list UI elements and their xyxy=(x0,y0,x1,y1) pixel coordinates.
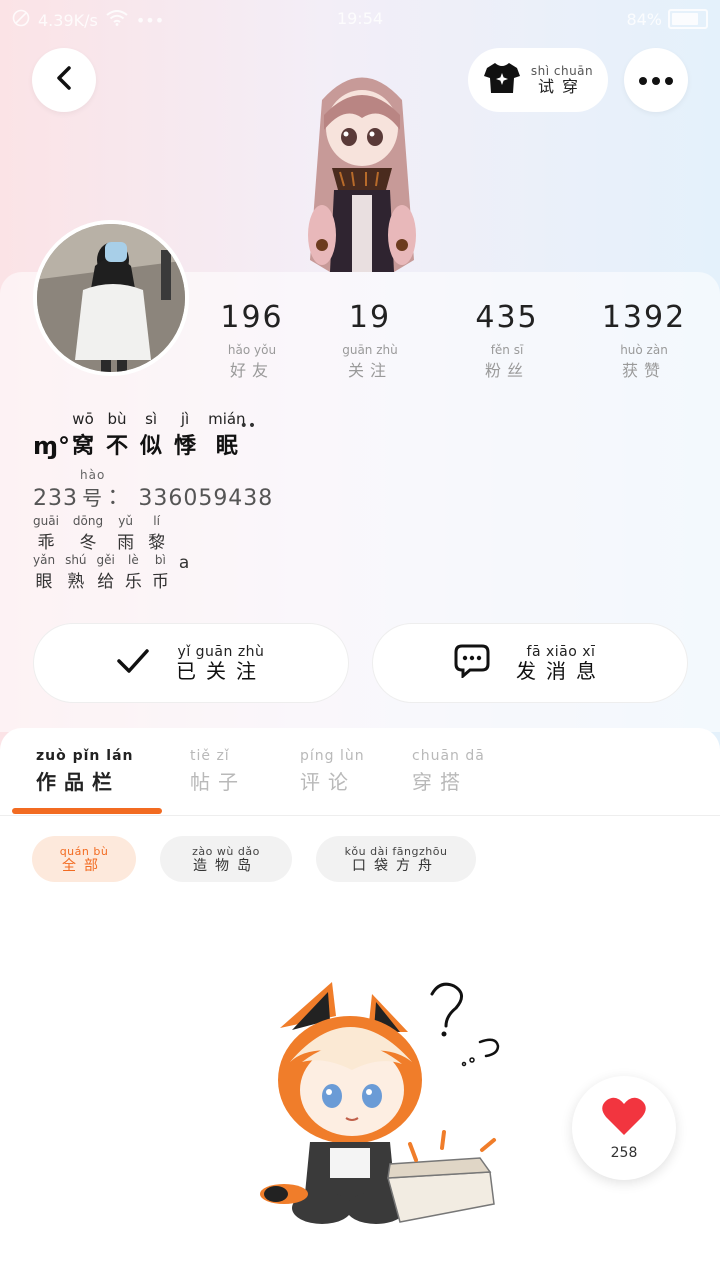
stat-label: 获赞 xyxy=(621,361,666,380)
nickname-char: wō 窝 xyxy=(72,410,95,459)
stat-value: 196 xyxy=(220,300,284,335)
nickname-char: jì 悸 xyxy=(174,410,197,459)
stat-pinyin: huò zàn xyxy=(620,343,668,357)
back-button[interactable] xyxy=(32,48,96,112)
stat-value: 435 xyxy=(475,300,539,335)
user-id[interactable]: 233 hào 号 ： 336059438 xyxy=(33,468,273,511)
stat-value: 1392 xyxy=(601,300,687,335)
like-count: 258 xyxy=(610,1145,638,1161)
more-options-button[interactable] xyxy=(624,48,688,112)
try-on-label: shì chuān 试穿 xyxy=(530,64,594,96)
shirt-sparkle-icon xyxy=(483,61,521,99)
followed-label: yǐ guān zhù 已关注 xyxy=(176,644,266,683)
stat-label: 好友 xyxy=(229,361,274,380)
stat-value: 19 xyxy=(348,300,392,335)
bio-line-1: guāi 乖 dōng 冬 yǔ 雨 lí 黎 xyxy=(33,514,166,553)
stat-label: 关注 xyxy=(347,361,392,380)
uid-hao: hào 号 xyxy=(80,468,106,510)
tab-outfits[interactable]: chuān dā 穿搭 xyxy=(412,748,485,795)
status-bar: 4.39K/s ••• 19:54 84% xyxy=(0,0,720,38)
send-message-button[interactable]: fā xiāo xī 发消息 xyxy=(372,623,688,703)
stat-followers[interactable]: 435 fěn sī 粉丝 xyxy=(447,300,567,381)
uid-value: 336059438 xyxy=(138,486,274,511)
bio-line-2: yǎn 眼 shú 熟 gěi 给 lè 乐 bì 币 a xyxy=(33,553,190,592)
filter-pocket-ark-chip[interactable]: kǒu dài fāngzhōu 口袋方舟 xyxy=(316,836,476,882)
tab-active-indicator xyxy=(12,808,162,814)
nickname-suffix: •• xyxy=(239,418,257,434)
user-avatar[interactable] xyxy=(33,220,189,376)
checkmark-icon xyxy=(116,648,150,678)
chevron-left-icon xyxy=(53,65,75,95)
heart-icon xyxy=(601,1095,647,1141)
chat-bubble-icon xyxy=(454,644,490,682)
nickname-prefix: ɱ° xyxy=(33,432,71,460)
like-button[interactable]: 258 xyxy=(572,1076,676,1180)
send-message-label: fā xiāo xī 发消息 xyxy=(516,644,606,683)
tab-comments[interactable]: píng lùn 评论 xyxy=(300,748,365,795)
stat-following[interactable]: 19 guān zhù 关注 xyxy=(310,300,430,381)
stat-label: 粉丝 xyxy=(484,361,529,380)
filter-all-chip[interactable]: quán bù 全部 xyxy=(32,836,136,882)
battery-percent: 84% xyxy=(626,9,662,29)
more-dots-icon xyxy=(638,71,674,90)
stat-friends[interactable]: 196 hǎo yǒu 好友 xyxy=(192,300,312,381)
nickname-char: sì 似 xyxy=(140,410,163,459)
uid-prefix: 233 xyxy=(33,486,78,511)
tab-works[interactable]: zuò pǐn lán 作品栏 xyxy=(36,748,133,795)
stat-pinyin: hǎo yǒu xyxy=(227,343,277,357)
avatar-character-figure[interactable] xyxy=(282,60,442,272)
followed-button[interactable]: yǐ guān zhù 已关注 xyxy=(33,623,349,703)
nickname: ɱ° wō 窝 bù 不 sì 似 jì 悸 mián 眠 •• xyxy=(33,410,256,460)
stat-pinyin: guān zhù xyxy=(342,343,398,357)
uid-separator: ： xyxy=(107,485,131,510)
stat-likes-received[interactable]: 1392 huò zàn 获赞 xyxy=(584,300,704,381)
tab-posts[interactable]: tiě zǐ 帖子 xyxy=(190,748,246,795)
tab-divider xyxy=(0,815,720,816)
try-on-button[interactable]: shì chuān 试穿 xyxy=(468,48,608,112)
empty-state-illustration xyxy=(240,972,510,1232)
stat-pinyin: fěn sī xyxy=(490,343,524,357)
nickname-char: bù 不 xyxy=(106,410,129,459)
status-time: 19:54 xyxy=(336,9,384,28)
battery-icon xyxy=(668,9,708,29)
filter-creation-island-chip[interactable]: zào wù dǎo 造物岛 xyxy=(160,836,292,882)
